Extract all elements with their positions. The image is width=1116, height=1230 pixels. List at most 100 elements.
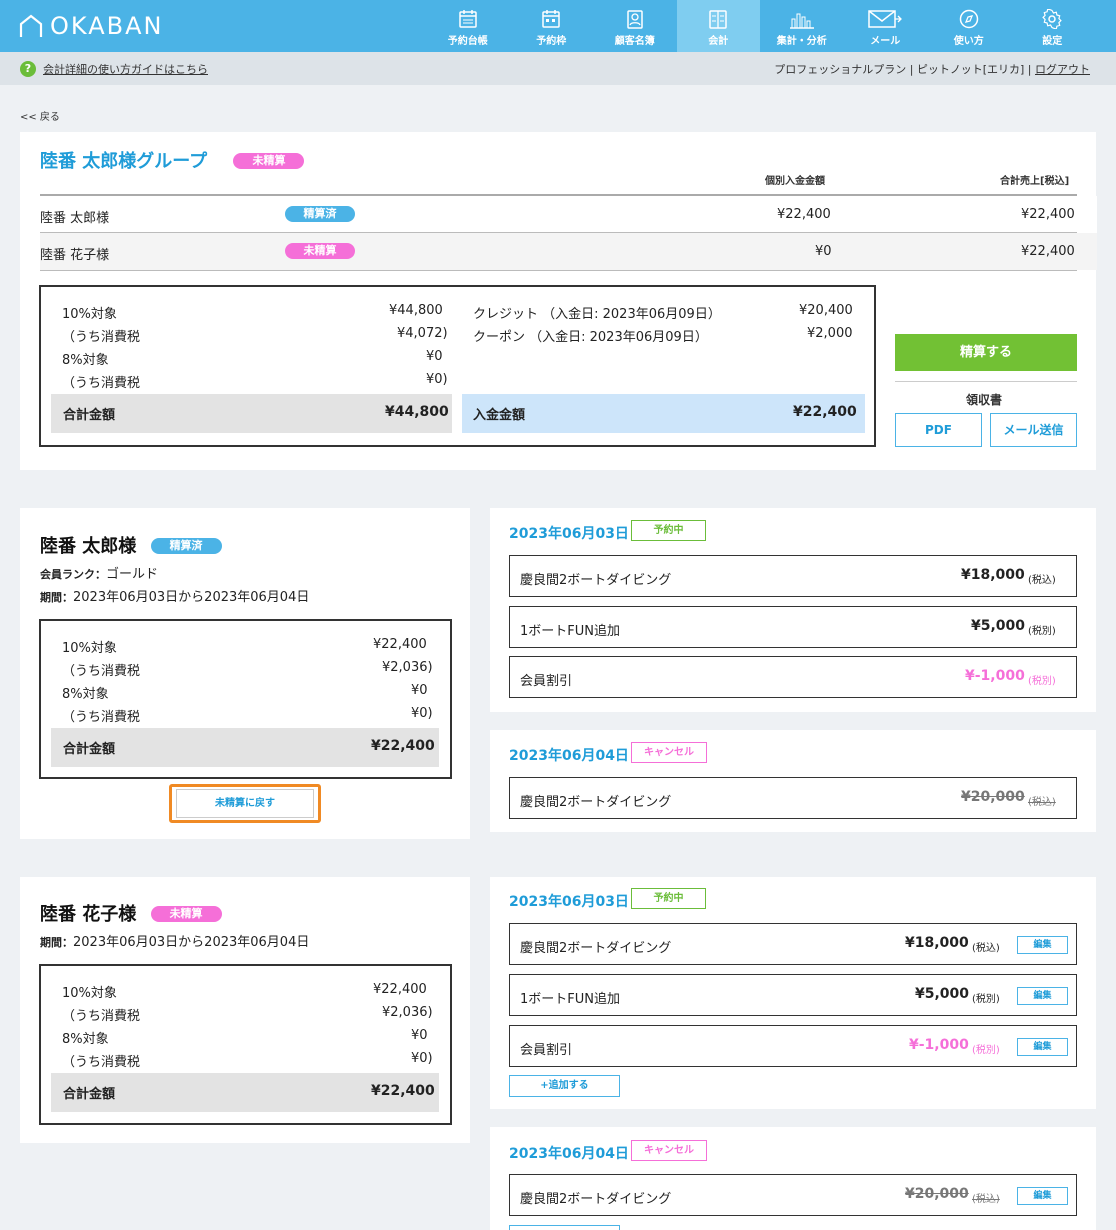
item-name: 慶良間2ボートダイビング (520, 1192, 672, 1207)
cancel-tag: キャンセル (631, 1140, 707, 1161)
mail-send-button[interactable]: メール送信 (990, 413, 1077, 447)
rate10-label: 10%対象 (62, 307, 117, 322)
nav-analytics[interactable]: 集計・分析 (760, 0, 844, 52)
help-guide-link[interactable]: 会計詳細の使い方ガイドはこちら (43, 61, 208, 77)
nav-reservation-ledger[interactable]: 予約台帳 (426, 0, 510, 52)
rate8-label: 8%対象 (62, 687, 109, 702)
paid-value: ¥22,400 (793, 404, 857, 420)
nav-reservation-slots[interactable]: 予約枠 (510, 0, 594, 52)
rate8-value: ¥0 (411, 683, 428, 698)
question-icon: ? (20, 61, 36, 77)
item-name: 1ボートFUN追加 (520, 992, 620, 1007)
revert-unsettled-button[interactable]: 未精算に戻す (176, 789, 314, 818)
item-price: ¥18,000 (905, 935, 969, 951)
person-name-text: 陸番 花子様 (40, 904, 137, 925)
nav-mail[interactable]: メール (844, 0, 928, 52)
edit-button[interactable]: 編集 (1017, 1187, 1068, 1205)
line-item: 慶良間2ボートダイビング ¥18,000 (税込) 編集 (509, 923, 1077, 965)
nav-how-to[interactable]: 使い方 (927, 0, 1011, 52)
nav-label: メール (870, 36, 901, 47)
line-item: 慶良間2ボートダイビング ¥18,000 (税込) (509, 555, 1077, 597)
paid-label: 入金金額 (473, 408, 526, 423)
item-price: ¥5,000 (915, 986, 970, 1002)
member-total: ¥22,400 (1021, 244, 1075, 259)
settle-button[interactable]: 精算する (895, 334, 1077, 371)
person-status-badge: 精算済 (150, 538, 222, 554)
nav-settings[interactable]: 設定 (1011, 0, 1095, 52)
person-summary-box: 10%対象 ¥22,400 （うち消費税 ¥2,036) 8%対象 ¥0 （うち… (39, 964, 452, 1125)
col-individual-paid: 個別入金金額 (765, 176, 825, 187)
account-text: プロフェッショナルプラン | ピットノット[エリカ] | (774, 63, 1032, 76)
item-name: 会員割引 (520, 674, 573, 689)
person-status-badge: 未精算 (150, 906, 222, 922)
divider (895, 381, 1077, 382)
item-name: 会員割引 (520, 1043, 573, 1058)
item-price: ¥-1,000 (909, 1037, 969, 1053)
item-name: 慶良間2ボートダイビング (520, 795, 672, 810)
item-tax: (税込) (1028, 575, 1056, 586)
pdf-button[interactable]: PDF (895, 413, 982, 447)
nav-accounting[interactable]: 会計 (676, 0, 760, 52)
edit-button[interactable]: 編集 (1017, 936, 1068, 954)
contacts-book-icon (627, 10, 643, 29)
edit-button[interactable]: 編集 (1017, 987, 1068, 1005)
total-label: 合計金額 (63, 1087, 116, 1102)
logo[interactable]: OKABAN (18, 12, 163, 40)
member-row: 陸番 花子様 未精算 ¥0 ¥22,400 (40, 233, 1097, 270)
line-item: 慶良間2ボートダイビング ¥20,000 (税込) 編集 (509, 1174, 1077, 1216)
person-total-bar: 合計金額 ¥22,400 (51, 1073, 439, 1112)
logo-text: OKABAN (50, 12, 164, 40)
tax8-value: ¥0) (411, 1051, 433, 1066)
item-tax: (税込) (1028, 797, 1056, 808)
day-date: 2023年06月04日 (509, 1146, 629, 1162)
line-item: 会員割引 ¥-1,000 (税別) 編集 (509, 1025, 1077, 1067)
item-tax: (税別) (972, 1045, 1000, 1056)
tax10-value: ¥2,036) (382, 660, 433, 675)
person-name-text: 陸番 太郎様 (40, 536, 137, 557)
rate8-label: 8%対象 (62, 1032, 109, 1047)
back-link[interactable]: << 戻る (20, 108, 60, 123)
nav-customer-list[interactable]: 顧客名簿 (593, 0, 677, 52)
payment-coupon-amount: ¥2,000 (807, 326, 853, 341)
group-summary-box: 10%対象 ¥44,800 （うち消費税 ¥4,072) 8%対象 ¥0 （うち… (39, 285, 876, 447)
group-total-bar: 合計金額 ¥44,800 (51, 394, 452, 433)
payment-coupon: クーポン （入金日: 2023年06月09日） (473, 330, 708, 345)
member-paid: ¥0 (815, 244, 832, 259)
item-tax: (税別) (1028, 626, 1056, 637)
bar-chart-icon (789, 13, 814, 29)
ledger-icon (709, 10, 727, 29)
calendar-slot-icon (542, 10, 560, 28)
rank-label: 会員ランク： (40, 568, 106, 581)
calendar-list-icon (459, 10, 477, 28)
rate10-value: ¥22,400 (373, 982, 427, 997)
nav-label: 会計 (708, 36, 729, 47)
line-item: 会員割引 ¥-1,000 (税別) (509, 656, 1077, 698)
period-value: 2023年06月03日から2023年06月04日 (73, 935, 310, 950)
tax8-label: （うち消費税 (62, 710, 141, 725)
nav-label: 集計・分析 (776, 36, 827, 47)
tax8-label: （うち消費税 (62, 1055, 141, 1070)
rate10-label: 10%対象 (62, 641, 117, 656)
total-value: ¥22,400 (371, 1083, 435, 1099)
rank-value: ゴールド (106, 567, 159, 582)
edit-button[interactable]: 編集 (1017, 1038, 1068, 1056)
total-value: ¥44,800 (385, 404, 449, 420)
day-date: 2023年06月04日 (509, 748, 629, 764)
paid-total-bar: 入金金額 ¥22,400 (462, 394, 865, 433)
group-name: 陸番 太郎様グループ (40, 151, 208, 172)
gear-icon (1042, 9, 1062, 29)
nav-label: 設定 (1042, 36, 1063, 47)
line-item: 慶良間2ボートダイビング ¥20,000 (税込) (509, 777, 1077, 819)
rate8-label: 8%対象 (62, 353, 109, 368)
person-name: 陸番 太郎様 精算済 (40, 532, 222, 558)
col-total-sales: 合計売上[税込] (1000, 176, 1070, 187)
logout-link[interactable]: ログアウト (1035, 63, 1090, 76)
add-item-button[interactable]: +追加する (509, 1075, 620, 1097)
payment-credit-amount: ¥20,400 (799, 303, 853, 318)
add-item-button-partial[interactable] (509, 1225, 620, 1230)
item-tax: (税別) (1028, 676, 1056, 687)
item-price: ¥18,000 (961, 567, 1025, 583)
receipt-label: 領収書 (966, 393, 1003, 407)
total-label: 合計金額 (63, 408, 116, 423)
reservation-tag: 予約中 (631, 520, 706, 541)
